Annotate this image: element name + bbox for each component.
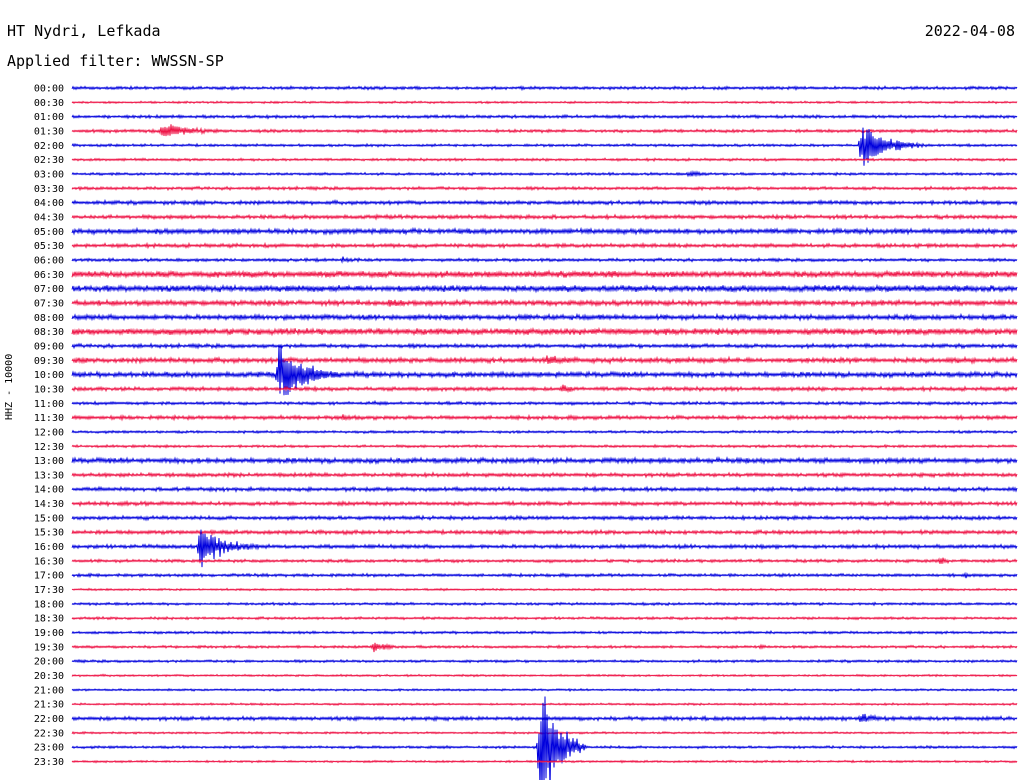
tick-label-0730: 07:30 (34, 298, 64, 309)
trace-row-1830 (71, 615, 1018, 621)
trace-row-0630 (71, 269, 1018, 279)
tick-label-1000: 10:00 (34, 370, 64, 381)
trace-row-1200 (71, 429, 1018, 435)
trace-row-1300 (71, 456, 1018, 466)
trace-row-0530 (71, 241, 1018, 250)
tick-label-1030: 10:30 (34, 384, 64, 395)
trace-row-1730 (71, 587, 1018, 592)
trace-row-2030 (71, 673, 1018, 678)
trace-row-1330 (71, 471, 1018, 479)
tick-label-0700: 07:00 (34, 284, 64, 295)
tick-label-0900: 09:00 (34, 341, 64, 352)
tick-label-0430: 04:30 (34, 212, 64, 223)
trace-row-1700 (71, 571, 1018, 579)
tick-label-1530: 15:30 (34, 528, 64, 539)
trace-group (71, 85, 1018, 780)
trace-row-1400 (71, 485, 1018, 494)
tick-label-0500: 05:00 (34, 227, 64, 238)
helicorder-plot: 00:00 00:30 01:00 01:30 02:00 02:30 03:00 03:30… (34, 84, 1018, 780)
tick-label-1730: 17:30 (34, 585, 64, 596)
trace-row-1900 (71, 630, 1018, 636)
tick-label-1400: 14:00 (34, 485, 64, 496)
trace-row-1030 (71, 384, 1018, 394)
tick-label-0400: 04:00 (34, 198, 64, 209)
trace-row-1230 (71, 443, 1018, 449)
trace-row-2000 (71, 658, 1018, 664)
tick-label-1630: 16:30 (34, 556, 64, 567)
tick-label-0200: 02:00 (34, 141, 64, 152)
trace-row-0700 (71, 283, 1018, 294)
tick-label-1930: 19:30 (34, 642, 64, 653)
tick-label-0030: 00:30 (34, 98, 64, 109)
tick-label-1800: 18:00 (34, 599, 64, 610)
tick-label-1300: 13:00 (34, 456, 64, 467)
tick-label-0630: 06:30 (34, 270, 64, 281)
tick-label-2000: 20:00 (34, 657, 64, 668)
tick-label-0330: 03:30 (34, 184, 64, 195)
trace-row-0730 (71, 298, 1018, 308)
tick-label-0300: 03:00 (34, 169, 64, 180)
tick-label-1130: 11:30 (34, 413, 64, 424)
tick-label-0100: 01:00 (34, 112, 64, 123)
tick-label-2300: 23:00 (34, 743, 64, 754)
trace-row-0100 (71, 113, 1018, 120)
tick-label-1200: 12:00 (34, 427, 64, 438)
trace-row-0330 (71, 185, 1018, 192)
tick-label-2200: 22:00 (34, 714, 64, 725)
trace-row-0600 (71, 256, 1018, 264)
trace-row-0900 (71, 342, 1018, 350)
tick-label-2030: 20:30 (34, 671, 64, 682)
tick-label-0830: 08:30 (34, 327, 64, 338)
trace-row-1500 (71, 514, 1018, 522)
tick-label-2130: 21:30 (34, 700, 64, 711)
tick-label-0130: 01:30 (34, 126, 64, 137)
tick-label-0930: 09:30 (34, 356, 64, 367)
tick-label-2330: 23:30 (34, 757, 64, 768)
tick-label-0800: 08:00 (34, 313, 64, 324)
tick-label-0000: 00:00 (34, 84, 64, 95)
tick-label-1230: 12:30 (34, 442, 64, 453)
trace-row-1800 (71, 601, 1018, 607)
tick-label-1330: 13:30 (34, 470, 64, 481)
trace-row-1100 (71, 399, 1018, 407)
trace-row-0230 (71, 157, 1018, 163)
tick-label-0600: 06:00 (34, 255, 64, 266)
trace-row-1530 (71, 528, 1018, 537)
trace-row-0030 (71, 100, 1018, 105)
trace-row-1930 (71, 642, 1018, 653)
tick-label-0530: 05:30 (34, 241, 64, 252)
trace-row-2300 (71, 696, 1018, 780)
trace-row-1130 (71, 413, 1018, 422)
tick-label-1600: 16:00 (34, 542, 64, 553)
trace-row-0830 (71, 326, 1018, 337)
tick-label-1700: 17:00 (34, 571, 64, 582)
tick-label-0230: 02:30 (34, 155, 64, 166)
tick-label-2100: 21:00 (34, 685, 64, 696)
time-tick-labels: 00:00 00:30 01:00 01:30 02:00 02:30 03:00 03:30… (34, 84, 64, 769)
trace-row-0500 (71, 226, 1018, 236)
tick-label-1100: 11:00 (34, 399, 64, 410)
tick-label-1830: 18:30 (34, 614, 64, 625)
tick-label-1900: 19:00 (34, 628, 64, 639)
trace-row-2100 (71, 687, 1018, 693)
tick-label-1500: 15:00 (34, 513, 64, 524)
tick-label-1430: 14:30 (34, 499, 64, 510)
trace-row-0300 (71, 169, 1018, 178)
trace-row-0400 (71, 198, 1018, 207)
trace-row-0000 (71, 85, 1018, 92)
trace-row-1430 (71, 499, 1018, 508)
tick-label-2230: 22:30 (34, 728, 64, 739)
